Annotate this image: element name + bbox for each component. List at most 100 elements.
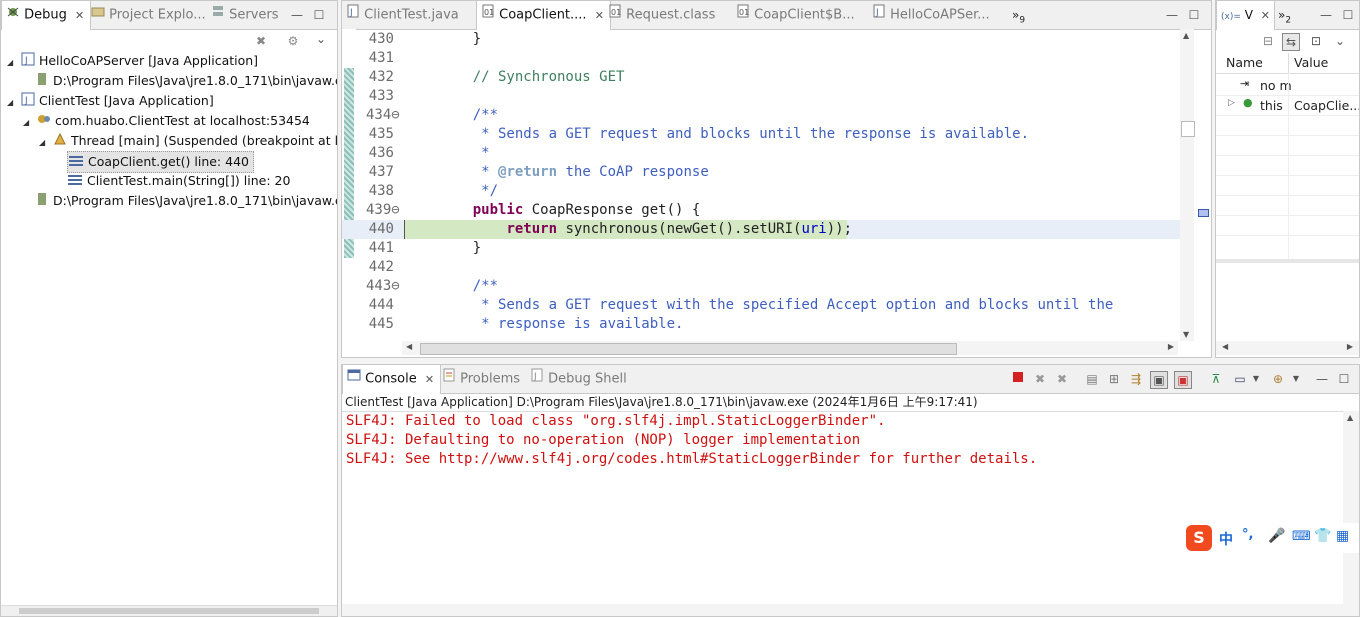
code-line[interactable]: 430 } bbox=[342, 30, 1181, 49]
tab-coapclient[interactable]: 01 CoapClient.... ✕ bbox=[476, 1, 611, 30]
code-line[interactable]: 438 */ bbox=[342, 182, 1181, 201]
line-number: 438 bbox=[368, 183, 394, 199]
code-line[interactable]: 431 bbox=[342, 49, 1181, 68]
code-line[interactable]: 445 * response is available. bbox=[342, 315, 1181, 334]
tab-debug-shell[interactable]: J Debug Shell bbox=[530, 365, 627, 393]
tab-coapclient-builder[interactable]: 01 CoapClient$B... bbox=[736, 1, 855, 29]
tab-project-explorer[interactable]: Project Explo... bbox=[91, 1, 206, 29]
close-icon[interactable]: ✕ bbox=[1261, 9, 1270, 22]
minimize-icon[interactable]: — bbox=[289, 7, 305, 23]
tree-row-clienttest[interactable]: ◢ J ClientTest [Java Application] bbox=[7, 91, 214, 111]
terminate-icon[interactable] bbox=[1010, 371, 1026, 387]
tree-row-frame-get[interactable]: CoapClient.get() line: 440 bbox=[67, 151, 254, 173]
close-icon[interactable]: ✕ bbox=[595, 9, 604, 22]
sogou-logo-icon[interactable]: S bbox=[1186, 525, 1212, 551]
tree-row-process-2[interactable]: D:\Program Files\Java\jre1.8.0_171\bin\j… bbox=[35, 191, 337, 211]
tree-row-thread[interactable]: ◢ Thread [main] (Suspended (breakpoint a… bbox=[39, 131, 337, 153]
ime-toolbar[interactable]: S 中 °, 🎤 ⌨ 👕 ▦ bbox=[1184, 523, 1359, 553]
expand-arrow-icon[interactable]: ◢ bbox=[39, 133, 49, 153]
horizontal-scrollbar[interactable] bbox=[342, 604, 1359, 616]
tree-row-hellocoapserver[interactable]: ◢ J HelloCoAPServer [Java Application] bbox=[7, 51, 258, 71]
open-console-dropdown-icon[interactable]: ▼ bbox=[1288, 371, 1304, 387]
expand-arrow-icon[interactable]: ▷ bbox=[1228, 98, 1235, 108]
close-icon[interactable]: ✕ bbox=[75, 9, 84, 22]
display-console-icon[interactable]: ▭ bbox=[1232, 371, 1248, 387]
tab-request-class[interactable]: 01 Request.class bbox=[608, 1, 715, 29]
minimize-icon[interactable]: — bbox=[1314, 371, 1330, 387]
code-line[interactable]: 441 } bbox=[342, 239, 1181, 258]
remove-terminated-icon[interactable]: ✖ bbox=[253, 33, 269, 49]
code-line[interactable]: 444 * Sends a GET request with the speci… bbox=[342, 296, 1181, 315]
collapse-icon[interactable]: ⚙ bbox=[285, 33, 301, 49]
pin-console-icon[interactable]: ⊼ bbox=[1208, 371, 1224, 387]
code-line[interactable]: 440 return synchronous(newGet().setURI(u… bbox=[342, 220, 1181, 239]
microphone-icon[interactable]: 🎤 bbox=[1268, 528, 1285, 544]
column-value[interactable]: Value bbox=[1294, 55, 1328, 70]
display-console-dropdown-icon[interactable]: ▼ bbox=[1248, 371, 1264, 387]
expand-arrow-icon[interactable]: ◢ bbox=[23, 113, 33, 133]
ime-mode[interactable]: 中 bbox=[1219, 529, 1233, 549]
scroll-lock-icon[interactable]: ⊞ bbox=[1106, 371, 1122, 387]
code-line[interactable]: 442 bbox=[342, 258, 1181, 277]
code-line[interactable]: 433 bbox=[342, 87, 1181, 106]
code-token: public bbox=[472, 202, 524, 218]
tab-variables[interactable]: (x)= V ✕ bbox=[1216, 1, 1275, 30]
tab-clienttest-java[interactable]: J ClientTest.java bbox=[346, 1, 459, 29]
tab-overflow[interactable]: »9 bbox=[1012, 1, 1025, 29]
tree-row-debug-target[interactable]: ◢ com.huabo.ClientTest at localhost:5345… bbox=[23, 111, 310, 131]
code-line[interactable]: 432 // Synchronous GET bbox=[342, 68, 1181, 87]
code-line[interactable]: 439⊖ public CoapResponse get() { bbox=[342, 201, 1181, 220]
minimize-icon[interactable]: — bbox=[1318, 7, 1334, 23]
vertical-scrollbar[interactable]: ▲ bbox=[1343, 411, 1359, 604]
tab-label: CoapClient.... bbox=[499, 7, 587, 23]
open-console-icon[interactable]: ⊕ bbox=[1270, 371, 1286, 387]
maximize-icon[interactable]: ☐ bbox=[311, 7, 327, 23]
column-name[interactable]: Name bbox=[1226, 55, 1263, 70]
toolbox-icon[interactable]: ▦ bbox=[1336, 528, 1349, 544]
horizontal-scrollbar[interactable]: ◀ ▶ bbox=[1216, 341, 1359, 355]
close-icon[interactable]: ✕ bbox=[425, 373, 434, 386]
code-area[interactable]: 430 } 431 432 // Synchronous GET 433 434⊖ /*… bbox=[342, 30, 1181, 339]
view-menu-icon[interactable]: ⌄ bbox=[313, 31, 329, 47]
tab-debug[interactable]: Debug ✕ bbox=[1, 1, 92, 30]
tab-console[interactable]: Console ✕ bbox=[342, 365, 442, 394]
tab-servers[interactable]: Servers bbox=[211, 1, 279, 29]
remove-launch-icon[interactable]: ✖ bbox=[1032, 371, 1048, 387]
stack-frame-icon bbox=[68, 153, 84, 173]
horizontal-scrollbar[interactable]: ◀ ▶ bbox=[402, 341, 1178, 355]
code-token: * Sends a GET request and blocks until t… bbox=[439, 126, 1030, 142]
tab-overflow[interactable]: »2 bbox=[1278, 1, 1291, 29]
minimize-icon[interactable]: — bbox=[1164, 7, 1180, 23]
show-on-stderr-icon[interactable]: ▣ bbox=[1174, 371, 1192, 389]
skin-icon[interactable]: 👕 bbox=[1314, 528, 1331, 544]
show-logical-structure-icon[interactable]: ⇆ bbox=[1282, 33, 1300, 51]
show-type-names-icon[interactable]: ⊟ bbox=[1260, 33, 1276, 49]
maximize-icon[interactable]: ☐ bbox=[1186, 7, 1202, 23]
word-wrap-icon[interactable]: ⇶ bbox=[1128, 371, 1144, 387]
code-line[interactable]: 437 * @return the CoAP response bbox=[342, 163, 1181, 182]
tab-hellocoapserver[interactable]: J HelloCoAPSer... bbox=[872, 1, 990, 29]
console-output[interactable]: SLF4J: Failed to load class "org.slf4j.i… bbox=[342, 411, 1343, 604]
collapse-all-icon[interactable]: ⊡ bbox=[1308, 33, 1324, 49]
horizontal-scrollbar[interactable] bbox=[1, 605, 337, 616]
ime-punctuation[interactable]: °, bbox=[1242, 527, 1253, 542]
clear-console-icon[interactable]: ▤ bbox=[1084, 371, 1100, 387]
maximize-icon[interactable]: ☐ bbox=[1340, 7, 1356, 23]
tree-row-process[interactable]: D:\Program Files\Java\jre1.8.0_171\bin\j… bbox=[35, 71, 337, 91]
tab-problems[interactable]: Problems bbox=[442, 365, 520, 393]
vertical-scrollbar[interactable]: ▲ ▼ bbox=[1180, 29, 1195, 341]
keyboard-icon[interactable]: ⌨ bbox=[1292, 529, 1311, 544]
detail-pane-sash[interactable] bbox=[1216, 259, 1359, 263]
code-line[interactable]: 434⊖ /** bbox=[342, 106, 1181, 125]
code-line[interactable]: 435 * Sends a GET request and blocks unt… bbox=[342, 125, 1181, 144]
view-menu-icon[interactable]: ⌄ bbox=[1332, 33, 1348, 49]
expand-arrow-icon[interactable]: ◢ bbox=[7, 93, 17, 113]
maximize-icon[interactable]: ☐ bbox=[1336, 371, 1352, 387]
code-line[interactable]: 436 * bbox=[342, 144, 1181, 163]
remove-all-terminated-icon[interactable]: ✖ bbox=[1054, 371, 1070, 387]
show-on-stdout-icon[interactable]: ▣ bbox=[1150, 371, 1168, 389]
tree-row-frame-main[interactable]: ClientTest.main(String[]) line: 20 bbox=[67, 171, 290, 191]
expand-arrow-icon[interactable]: ◢ bbox=[7, 53, 17, 73]
code-line[interactable]: 443⊖ /** bbox=[342, 277, 1181, 296]
line-number: 445 bbox=[368, 316, 394, 332]
